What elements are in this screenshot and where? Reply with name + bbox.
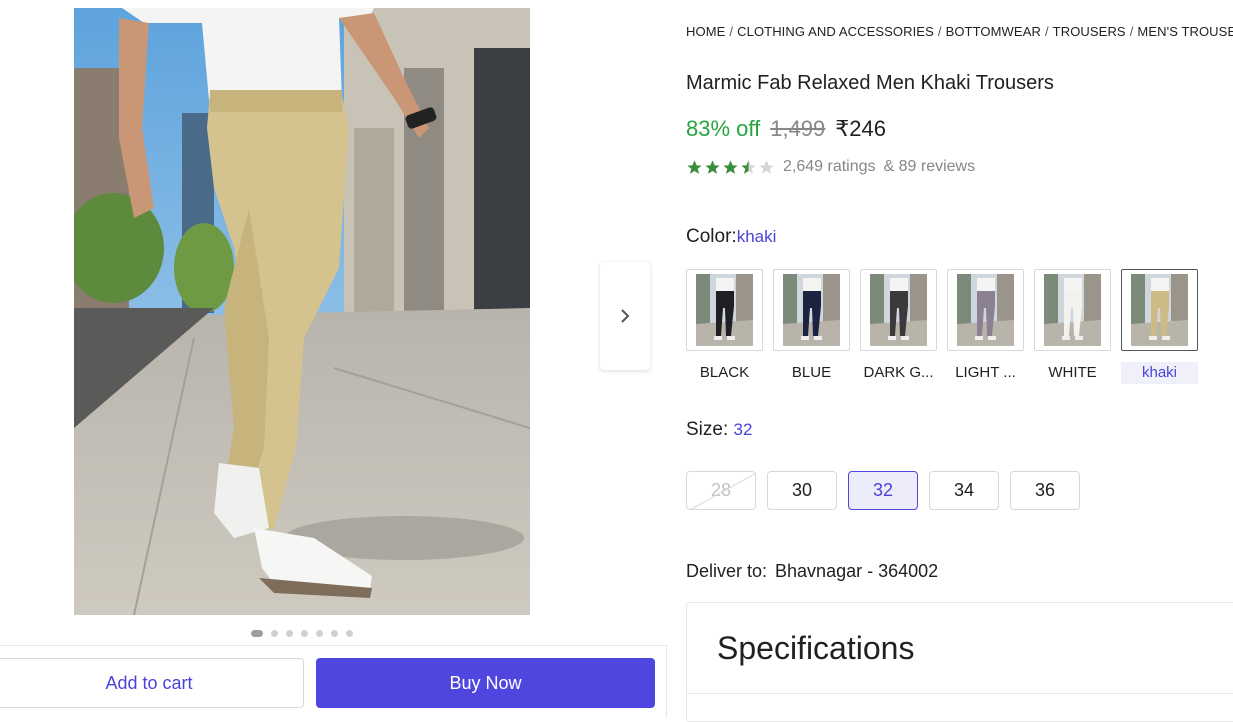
size-option-30[interactable]: 30 <box>767 471 837 510</box>
chevron-right-icon <box>621 309 630 323</box>
trouser-thumbnail-icon <box>696 274 753 346</box>
buy-now-button[interactable]: Buy Now <box>316 658 655 708</box>
trouser-thumbnail-icon <box>1044 274 1101 346</box>
color-option-label: khaki <box>1121 362 1198 384</box>
reviews-count[interactable]: & 89 reviews <box>884 158 976 176</box>
rating-row: 2,649 ratings & 89 reviews <box>686 158 975 176</box>
sale-price: ₹246 <box>835 116 886 141</box>
color-heading: Color:khaki <box>686 226 776 248</box>
gallery-pagination[interactable] <box>251 630 353 637</box>
product-image[interactable] <box>74 8 530 615</box>
add-to-cart-button[interactable]: Add to cart <box>0 658 304 708</box>
color-option[interactable]: DARK G... <box>860 269 937 384</box>
specifications-title: Specifications <box>717 630 915 666</box>
size-option-32[interactable]: 32 <box>848 471 918 510</box>
color-thumbnail[interactable] <box>860 269 937 351</box>
breadcrumb-item[interactable]: CLOTHING AND ACCESSORIES <box>737 24 934 39</box>
selected-color: khaki <box>736 227 777 246</box>
color-label: Color: <box>686 226 737 247</box>
star-icon <box>741 159 756 174</box>
trouser-thumbnail-icon <box>1131 274 1188 346</box>
discount-label: 83% off <box>686 116 761 141</box>
color-option[interactable]: khaki <box>1121 269 1198 384</box>
breadcrumb-item[interactable]: TROUSERS <box>1053 24 1126 39</box>
original-price: 1,499 <box>770 116 826 141</box>
product-title: Marmic Fab Relaxed Men Khaki Trousers <box>686 72 1054 94</box>
size-option-28: 28 <box>686 471 756 510</box>
delivery-info[interactable]: Deliver to: Bhavnagar - 364002 <box>686 561 938 582</box>
breadcrumb-separator: / <box>1044 24 1049 39</box>
breadcrumb-separator: / <box>729 24 734 39</box>
size-options: 28 30 32 34 36 <box>686 471 1080 510</box>
color-option[interactable]: BLACK <box>686 269 763 384</box>
color-option-label: LIGHT ... <box>955 364 1016 381</box>
breadcrumb: HOME / CLOTHING AND ACCESSORIES / BOTTOMWEAR… <box>686 24 1233 39</box>
color-thumbnail[interactable] <box>1034 269 1111 351</box>
color-thumbnail[interactable] <box>947 269 1024 351</box>
gallery-dot[interactable] <box>251 630 263 637</box>
size-option-34[interactable]: 34 <box>929 471 999 510</box>
color-option-label: BLUE <box>791 364 832 381</box>
color-thumbnail[interactable] <box>1121 269 1198 351</box>
breadcrumb-item[interactable]: BOTTOMWEAR <box>946 24 1041 39</box>
star-rating <box>686 159 775 176</box>
trouser-thumbnail-icon <box>870 274 927 346</box>
deliver-label: Deliver to: <box>686 561 768 581</box>
star-icon <box>759 159 774 174</box>
trouser-thumbnail-icon <box>783 274 840 346</box>
color-option[interactable]: LIGHT ... <box>947 269 1024 384</box>
divider <box>687 693 1233 694</box>
action-bar: Add to cart Buy Now <box>0 645 667 718</box>
color-option[interactable]: WHITE <box>1034 269 1111 384</box>
gallery-dot[interactable] <box>301 630 308 637</box>
size-option-36[interactable]: 36 <box>1010 471 1080 510</box>
breadcrumb-item[interactable]: MEN'S TROUSERS <box>1137 24 1233 39</box>
selected-size: 32 <box>733 420 753 439</box>
breadcrumb-separator: / <box>1129 24 1134 39</box>
next-image-button[interactable] <box>600 262 650 370</box>
size-heading: Size: 32 <box>686 419 752 441</box>
gallery-dot[interactable] <box>286 630 293 637</box>
delivery-location: Bhavnagar - 364002 <box>775 561 939 581</box>
color-thumbnail[interactable] <box>773 269 850 351</box>
color-option-label: DARK G... <box>863 364 934 381</box>
gallery-dot[interactable] <box>271 630 278 637</box>
gallery-dot[interactable] <box>316 630 323 637</box>
trouser-thumbnail-icon <box>957 274 1014 346</box>
gallery-dot[interactable] <box>331 630 338 637</box>
breadcrumb-item[interactable]: HOME <box>686 24 725 39</box>
color-swatches: BLACK BLUE DARK G... LIGHT ... WHITE khaki <box>686 269 1198 384</box>
color-option-label: WHITE <box>1048 364 1097 381</box>
color-option[interactable]: BLUE <box>773 269 850 384</box>
price-row: 83% off 1,499 ₹246 <box>686 116 886 142</box>
gallery-dot[interactable] <box>346 630 353 637</box>
star-icon <box>687 159 702 174</box>
star-icon <box>723 159 738 174</box>
color-option-label: BLACK <box>699 364 750 381</box>
star-icon <box>705 159 720 174</box>
breadcrumb-separator: / <box>937 24 942 39</box>
size-label: Size: <box>686 419 729 440</box>
specifications-section: Specifications <box>686 602 1233 722</box>
color-thumbnail[interactable] <box>686 269 763 351</box>
ratings-count[interactable]: 2,649 ratings <box>783 158 876 176</box>
product-photo <box>74 8 530 615</box>
